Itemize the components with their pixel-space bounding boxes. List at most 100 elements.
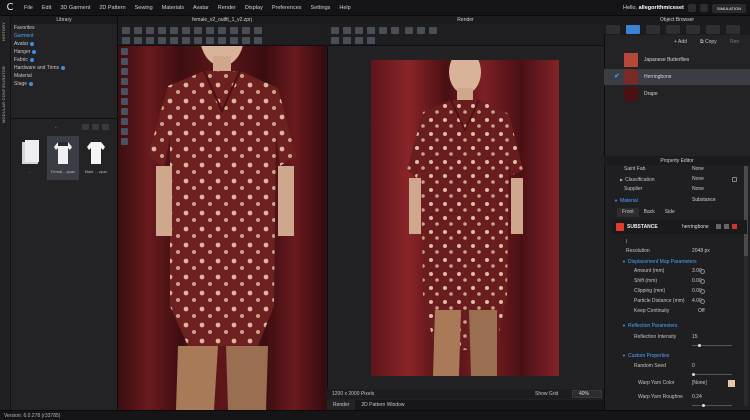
menu-edit[interactable]: Edit <box>42 5 51 11</box>
tree-item-favorites[interactable]: Favorites <box>14 24 114 32</box>
prop-row-shift[interactable]: Shift (mm) 0.00 <box>604 277 744 286</box>
3d-garment-view[interactable] <box>118 6 326 410</box>
texture-tool-icon[interactable] <box>122 37 130 44</box>
delete-icon[interactable] <box>732 224 737 229</box>
prop-row-particle-distance[interactable]: Particle Distance (mm) 4.00 <box>604 297 744 306</box>
tree-item-avatar[interactable]: Avatar <box>14 40 114 48</box>
reset-icon[interactable] <box>724 224 729 229</box>
thumb-parent-folder[interactable]: .. <box>14 136 46 180</box>
substance-file[interactable]: herringbone <box>682 224 709 230</box>
menu-3d-garment[interactable]: 3D Garment <box>60 5 90 11</box>
add-fabric-button[interactable]: + Add <box>674 39 687 45</box>
tab-graphic-icon[interactable] <box>726 25 740 34</box>
keep-continuity-toggle[interactable]: Off <box>698 307 705 316</box>
tab-buttonhole-icon[interactable] <box>666 25 680 34</box>
prop-row-clipping[interactable]: Clipping (mm) 0.00 <box>604 287 744 296</box>
tree-item-hanger[interactable]: Hanger <box>14 48 114 56</box>
custom-properties-section[interactable]: ▼ Custom Properties <box>604 351 744 360</box>
menu-display[interactable]: Display <box>245 5 263 11</box>
remove-fabric-button[interactable]: Ren <box>730 39 739 45</box>
button-tool-icon[interactable] <box>242 27 250 34</box>
editor-scrollbar[interactable] <box>744 166 748 406</box>
tab-scene-icon[interactable] <box>606 25 620 34</box>
user-menu-icon[interactable] <box>687 4 696 12</box>
prop-row-warp-yarn-roughness[interactable]: Warp Yarn Roughne 0.24 <box>604 393 744 407</box>
topstitch-tool-icon[interactable] <box>254 27 262 34</box>
tree-item-garment[interactable]: Garment <box>14 32 114 40</box>
view-back-icon[interactable] <box>121 58 128 65</box>
menu-sewing[interactable]: Sewing <box>135 5 153 11</box>
tab-button-icon[interactable] <box>646 25 660 34</box>
substance-slot[interactable]: I <box>604 238 744 247</box>
thumb-male[interactable]: Male ....zpac <box>80 136 112 180</box>
tab-modular-configurator[interactable]: MODULAR CONFIGURATOR <box>1 66 6 123</box>
display-pins-icon[interactable] <box>121 128 128 135</box>
graphic-tool-icon[interactable] <box>134 37 142 44</box>
tree-item-stage[interactable]: Stage <box>14 80 114 88</box>
prop-row-reflection-intensity[interactable]: Reflection Intensity 15 <box>604 333 744 347</box>
menu-materials[interactable]: Materials <box>162 5 184 11</box>
measure-tool-icon[interactable] <box>218 27 226 34</box>
fitting-tool-icon[interactable] <box>230 37 238 44</box>
user-name[interactable]: allegorithmiceset <box>639 5 684 11</box>
view-detail-icon[interactable] <box>102 124 109 130</box>
elastic-tool-icon[interactable] <box>170 37 178 44</box>
move-tool-icon[interactable] <box>134 27 142 34</box>
trim-tool-icon[interactable] <box>206 37 214 44</box>
material-section[interactable]: ▼ Material Substance <box>604 196 744 205</box>
zipper-tool-icon[interactable] <box>146 37 154 44</box>
avatar-tool-icon[interactable] <box>230 27 238 34</box>
puckering-tool-icon[interactable] <box>158 37 166 44</box>
view-side-icon[interactable] <box>121 68 128 75</box>
display-garment-icon[interactable] <box>121 98 128 105</box>
menu-help[interactable]: Help <box>339 5 350 11</box>
prop-row-amount[interactable]: Amount (mm) 3.00 <box>604 267 744 276</box>
3d-viewport[interactable] <box>118 6 326 410</box>
display-avatar-icon[interactable] <box>121 88 128 95</box>
render-animation-icon[interactable] <box>355 37 363 44</box>
select-tool-icon[interactable] <box>122 27 130 34</box>
fold-tool-icon[interactable] <box>182 27 190 34</box>
shirring-tool-icon[interactable] <box>182 37 190 44</box>
displacement-section[interactable]: ▼ Displacement Map Parameters <box>604 257 744 266</box>
display-texture-icon[interactable] <box>121 108 128 115</box>
simulation-button[interactable]: SIMULATION <box>711 3 746 13</box>
tab-front[interactable]: Front <box>617 208 639 217</box>
prop-row-random-seed[interactable]: Random Seed 0 <box>604 362 744 376</box>
tack-tool-icon[interactable] <box>206 27 214 34</box>
render-save-icon[interactable] <box>379 27 387 34</box>
render-light-icon[interactable] <box>417 27 425 34</box>
tab-trim-icon[interactable] <box>706 25 720 34</box>
prop-row-keep-continuity[interactable]: Keep Continuity Off <box>604 307 744 316</box>
rotate-tool-icon[interactable] <box>158 27 166 34</box>
prop-row-classification[interactable]: ▶ Classification None <box>604 175 744 184</box>
tab-fabric-icon[interactable] <box>626 25 640 34</box>
thumb-female[interactable]: Femal....zpac <box>47 136 79 180</box>
render-turntable-icon[interactable] <box>343 37 351 44</box>
display-strain-icon[interactable] <box>121 118 128 125</box>
prop-row-warp-yarn-color[interactable]: Warp Yarn Color [None] <box>604 379 744 388</box>
folder-up-icon[interactable]: ← <box>54 124 59 130</box>
render-env-icon[interactable] <box>429 27 437 34</box>
render-stop-icon[interactable] <box>355 27 363 34</box>
material-type-select[interactable]: Substance <box>692 196 716 205</box>
uv-tool-icon[interactable] <box>254 37 262 44</box>
strengthen-tool-icon[interactable] <box>242 37 250 44</box>
view-front-icon[interactable] <box>121 48 128 55</box>
menu-file[interactable]: File <box>24 5 33 11</box>
tab-side[interactable]: Side <box>660 208 680 217</box>
render-start-icon[interactable] <box>331 27 339 34</box>
render-pause-icon[interactable] <box>343 27 351 34</box>
tree-item-fabric[interactable]: Fabric <box>14 56 114 64</box>
display-seams-icon[interactable] <box>121 138 128 145</box>
render-image-icon[interactable] <box>331 37 339 44</box>
render-refresh-icon[interactable] <box>367 27 375 34</box>
menu-settings[interactable]: Settings <box>311 5 331 11</box>
menu-preferences[interactable]: Preferences <box>272 5 302 11</box>
hanger-tool-icon[interactable] <box>218 37 226 44</box>
render-properties-icon[interactable] <box>391 27 399 34</box>
menu-avatar[interactable]: Avatar <box>193 5 209 11</box>
piping-tool-icon[interactable] <box>194 37 202 44</box>
fabric-row[interactable]: Drape <box>604 86 750 102</box>
prop-row-resolution[interactable]: Resolution 2048 px <box>604 247 744 256</box>
